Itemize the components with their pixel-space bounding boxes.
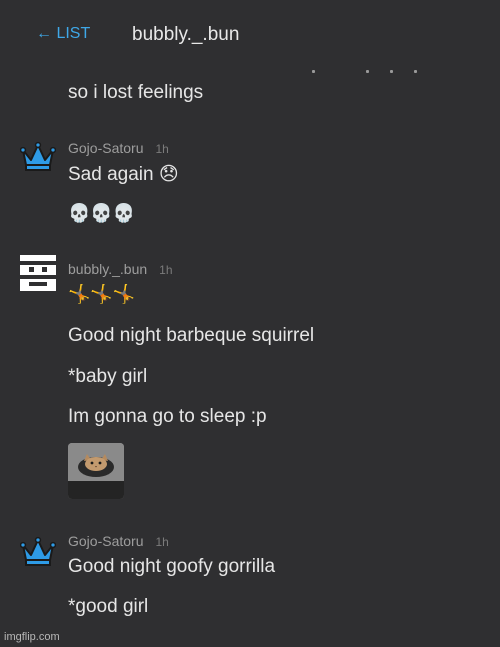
cut-off-text-remnants	[310, 70, 420, 74]
message-author[interactable]: Gojo-Satoru 1h	[68, 533, 169, 549]
cartwheel-emoji-message: 🤸🤸🤸	[68, 284, 136, 304]
skull-emoji-message: 💀💀💀	[68, 203, 136, 223]
message-timestamp: 1h	[155, 535, 169, 549]
imgflip-watermark: imgflip.com	[4, 631, 60, 643]
message-text: so i lost feelings	[68, 82, 204, 103]
author-name[interactable]: Gojo-Satoru	[68, 533, 143, 549]
author-name[interactable]: Gojo-Satoru	[68, 140, 143, 156]
message-text-content: Sad again	[68, 164, 154, 185]
message-text: Sad again 😞	[68, 163, 179, 186]
message-text: *baby girl	[68, 366, 148, 387]
cat-image-icon	[68, 443, 124, 499]
channel-title: bubbly._.bun	[132, 24, 240, 45]
message-text: Im gonna go to sleep :p	[68, 406, 267, 427]
crown-icon[interactable]	[20, 533, 56, 569]
message-text: Good night barbeque squirrel	[68, 325, 315, 346]
message-timestamp: 1h	[155, 142, 169, 156]
message-text: Good night goofy gorrilla	[68, 556, 276, 577]
author-name[interactable]: bubbly._.bun	[68, 261, 147, 277]
chat-header: ← LIST bubbly._.bun	[0, 0, 500, 62]
cat-thumbnail[interactable]	[68, 443, 124, 499]
sad-face-emoji: 😞	[158, 164, 179, 185]
pixel-face-icon[interactable]	[20, 255, 56, 291]
message-author[interactable]: Gojo-Satoru 1h	[68, 140, 169, 156]
message-timestamp: 1h	[159, 263, 173, 277]
message-text: *good girl	[68, 596, 149, 617]
back-to-list-link[interactable]: ← LIST	[36, 25, 90, 43]
message-author[interactable]: bubbly._.bun 1h	[68, 261, 173, 277]
crown-icon[interactable]	[20, 138, 56, 174]
